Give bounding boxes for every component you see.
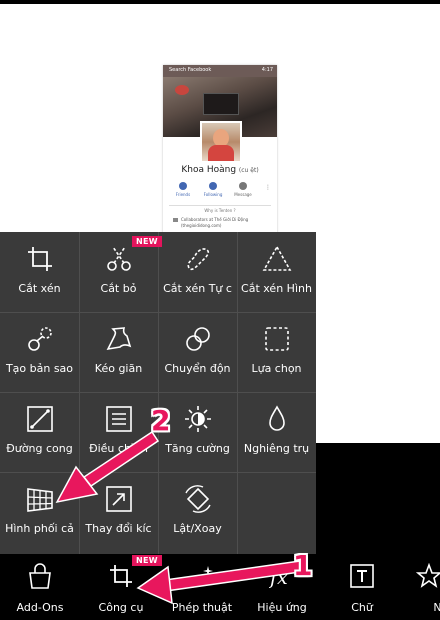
svg-text:fx: fx [269,567,288,589]
preview-action-friends: Friends [169,180,197,197]
magic-icon [192,566,213,588]
photo-preview: Search Facebook 4:17 Khoa Hoàng (cu ệt) … [163,65,277,235]
tiltshift-icon [269,405,285,431]
fx-icon: fx [269,567,288,589]
preview-name-text: Khoa Hoàng [181,165,237,175]
resize-icon [106,486,132,512]
selection-icon [265,327,289,351]
tool-perspective[interactable]: Hình phối cả [0,472,79,552]
stretch-icon [106,327,132,351]
toolbar-label: Công cụ [98,601,144,614]
preview-avatar [200,121,242,163]
tool-freecrop[interactable]: Cắt xén Tự c [158,232,237,312]
preview-action-following: Following [199,180,227,197]
preview-status-bar: Search Facebook 4:17 [163,65,277,77]
tool-label: Điều chỉnh [89,442,148,455]
avatar-body [208,145,234,161]
tool-label: Kéo giãn [94,362,143,375]
cover-laptop [203,93,239,115]
toolbar-label: Nh [433,601,440,614]
tool-label: Đường cong [6,442,73,455]
step-number-1: 1 [293,549,313,582]
tool-label: Hình phối cả [5,522,74,535]
text-icon [350,564,374,588]
shopping-bag-icon [29,563,51,589]
adjust-icon [106,406,132,432]
work-icon [173,218,178,222]
scissors-icon [107,246,131,271]
tool-crop[interactable]: Cắt xén [0,232,79,312]
tool-clone[interactable]: Tạo bản sao [0,312,79,392]
motion-icon [186,327,210,351]
preview-more-icon: ⋮ [265,184,271,191]
tool-motion[interactable]: Chuyển độn [158,312,237,392]
tool-label: Nghiêng trụ [243,442,310,455]
background-dark-area [316,443,440,554]
preview-status-left: Search Facebook [169,67,212,73]
tool-label: Lật/Xoay [173,522,222,535]
freecrop-icon [187,248,210,271]
toolbar-label: Chữ [351,601,373,614]
tool-label: Cắt xén [18,282,61,295]
tool-stretch[interactable]: Kéo giãn [79,312,158,392]
toolbar-label: Add-Ons [16,601,64,614]
tool-label: Cắt bỏ [100,282,137,295]
clone-icon [28,327,52,351]
preview-actions: Friends Following Message ⋮ [169,180,271,204]
tool-adjust[interactable]: Điều chỉnh [79,392,158,472]
tool-tiltshift[interactable]: Nghiêng trụ [237,392,316,472]
tool-label: Chuyển độn [164,362,231,375]
toolbar-label: Hiệu ứng [257,601,307,614]
tools-panel: Cắt xén Cắt bỏ NEW Cắt xén Tự c Cắt xén … [0,232,316,554]
toolbar-text[interactable]: Chữ [322,554,402,620]
crop-icon [110,565,132,587]
bottom-toolbar: Add-Ons Công cụ NEW Phép thuật fx Hiệu ứ… [0,554,440,620]
curves-icon [27,406,53,432]
top-status-bar [0,0,440,4]
sticker-icon [416,563,440,588]
tool-label: Lựa chọn [251,362,302,375]
preview-action-message: Message [229,180,257,197]
tool-label: Tăng cường [165,442,230,455]
tool-shapecrop[interactable]: Cắt xén Hình [237,232,316,312]
preview-why-text: Why is Tenten ? [204,208,236,213]
preview-name-suffix: (cu ệt) [238,167,259,174]
new-badge: NEW [132,555,162,566]
tool-fliprotate[interactable]: Lật/Xoay [158,472,237,552]
tool-label: Cắt xén Hình [241,282,312,295]
toolbar-magic[interactable]: Phép thuật [162,554,242,620]
preview-work-text: Collaborators at Thế Giới Di Động (thegi… [181,217,249,228]
toolbar-stickers[interactable]: Nh [402,554,440,620]
step-number-2: 2 [151,404,171,437]
preview-status-right: 4:17 [261,67,273,73]
crop-icon [28,247,52,271]
tool-label: Thay đổi kíc [85,522,152,535]
preview-divider [169,205,271,206]
shapecrop-icon [262,245,292,271]
fliprotate-icon [185,485,211,513]
toolbar-addons[interactable]: Add-Ons [0,554,80,620]
tool-curves[interactable]: Đường cong [0,392,79,472]
tool-label: Cắt xén Tự c [163,282,232,295]
cover-lamp [175,85,189,95]
toolbar-label: Phép thuật [171,601,233,614]
perspective-icon [27,488,53,512]
preview-name: Khoa Hoàng (cu ệt) [163,165,277,175]
tool-selection[interactable]: Lựa chọn [237,312,316,392]
enhance-icon [185,406,211,432]
tool-resize[interactable]: Thay đổi kíc [79,472,158,552]
tool-label: Tạo bản sao [5,362,74,375]
